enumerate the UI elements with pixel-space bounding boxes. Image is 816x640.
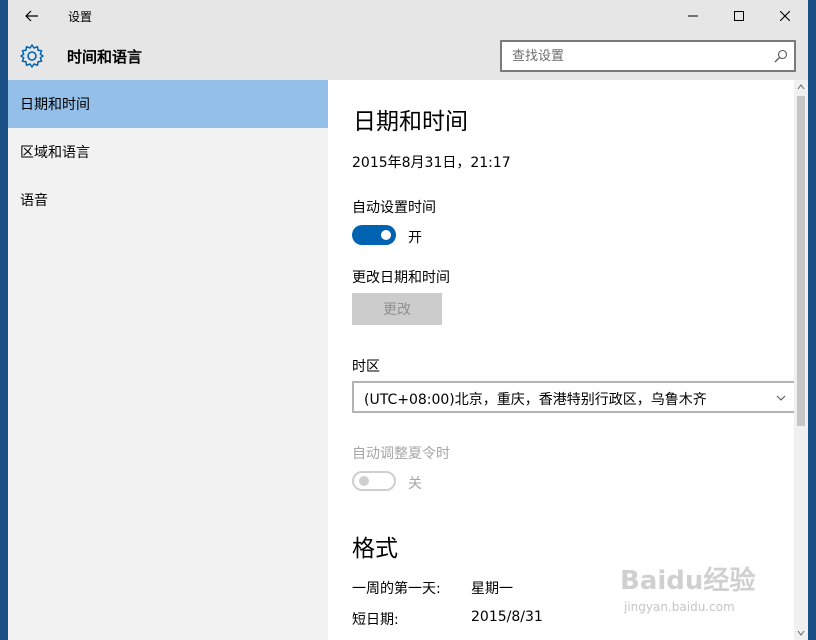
sidebar-item-date-time[interactable]: 日期和时间 — [8, 80, 328, 128]
sidebar-item-label: 语音 — [20, 193, 48, 209]
auto-time-state: 开 — [408, 230, 422, 246]
scrollbar-thumb[interactable] — [797, 96, 805, 426]
format-value-first-day: 星期一 — [471, 581, 513, 597]
window-title: 设置 — [68, 10, 93, 24]
minimize-icon — [688, 15, 698, 17]
current-datetime: 2015年8月31日，21:17 — [352, 155, 511, 171]
gear-icon — [20, 44, 44, 68]
page-title: 日期和时间 — [353, 109, 468, 135]
close-icon — [780, 11, 790, 21]
change-datetime-label: 更改日期和时间 — [352, 270, 450, 286]
settings-window: 设置 时间和语言 查找设置 日期和时间 区域和语言 语音 日期和时间 2015年… — [8, 0, 808, 640]
content-pane: 日期和时间 2015年8月31日，21:17 自动设置时间 开 更改日期和时间 … — [328, 80, 796, 640]
toggle-knob — [359, 476, 369, 486]
format-key-short-date: 短日期: — [352, 612, 399, 628]
sidebar: 日期和时间 区域和语言 语音 — [8, 80, 328, 640]
page-category-title: 时间和语言 — [67, 48, 143, 66]
scroll-up-arrow-icon[interactable] — [797, 83, 805, 91]
timezone-value: (UTC+08:00)北京，重庆，香港特别行政区，乌鲁木齐 — [364, 392, 707, 408]
format-title: 格式 — [352, 536, 398, 562]
search-input[interactable] — [502, 42, 762, 70]
sidebar-item-speech[interactable]: 语音 — [8, 176, 328, 224]
minimize-button[interactable] — [670, 0, 716, 32]
sidebar-item-label: 区域和语言 — [20, 145, 90, 161]
auto-time-toggle[interactable] — [352, 225, 396, 245]
chevron-down-icon — [776, 395, 786, 401]
back-arrow-icon — [25, 10, 38, 22]
scrollbar[interactable] — [794, 80, 808, 640]
change-datetime-button[interactable]: 更改 — [352, 293, 442, 325]
auto-dst-state: 关 — [408, 476, 422, 492]
auto-time-label: 自动设置时间 — [352, 200, 436, 216]
format-key-first-day: 一周的第一天: — [352, 581, 441, 597]
settings-header: 时间和语言 — [8, 32, 808, 80]
timezone-label: 时区 — [352, 359, 380, 375]
format-value-short-date: 2015/8/31 — [471, 609, 543, 625]
search-icon[interactable] — [774, 49, 788, 63]
search-box[interactable] — [500, 40, 796, 72]
toggle-knob — [381, 230, 391, 240]
watermark-logo-text: Baidu经验 — [620, 566, 756, 596]
back-button[interactable] — [16, 0, 48, 32]
auto-dst-label: 自动调整夏令时 — [352, 446, 450, 462]
title-bar: 设置 — [8, 0, 808, 32]
sidebar-item-region-language[interactable]: 区域和语言 — [8, 128, 328, 176]
maximize-button[interactable] — [716, 0, 762, 32]
watermark-url: jingyan.baidu.com — [624, 600, 735, 614]
close-button[interactable] — [762, 0, 808, 32]
sidebar-item-label: 日期和时间 — [20, 97, 90, 113]
maximize-icon — [734, 11, 744, 21]
scroll-down-arrow-icon[interactable] — [797, 629, 805, 637]
timezone-dropdown[interactable]: (UTC+08:00)北京，重庆，香港特别行政区，乌鲁木齐 — [352, 381, 796, 413]
auto-dst-toggle[interactable] — [352, 471, 396, 491]
baidu-watermark: Baidu经验 jingyan.baidu.com — [620, 560, 770, 626]
